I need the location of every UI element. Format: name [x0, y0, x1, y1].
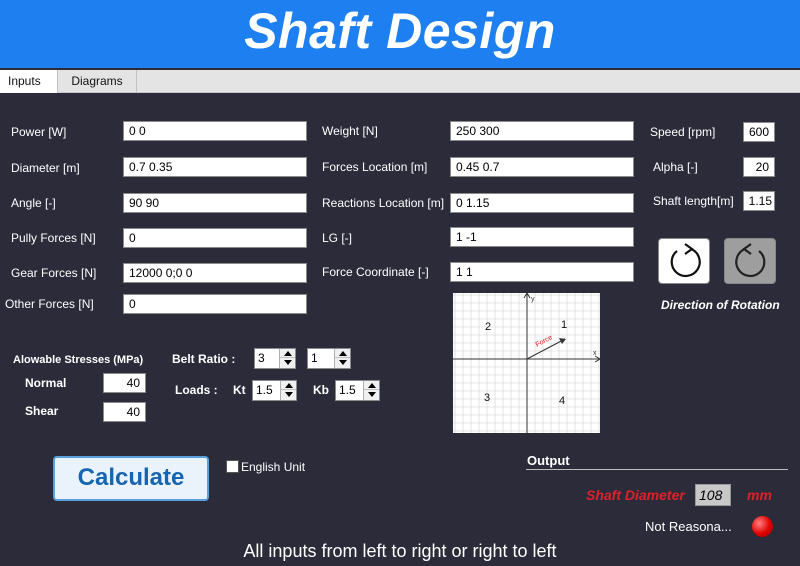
- normal-stress-input[interactable]: 40: [103, 373, 146, 393]
- diameter-input[interactable]: 0.7 0.35: [123, 157, 307, 177]
- tab-diagrams[interactable]: Diagrams: [58, 70, 137, 93]
- forces-location-label: Forces Location [m]: [322, 160, 428, 174]
- gear-forces-label: Gear Forces [N]: [11, 266, 97, 280]
- power-label: Power [W]: [11, 125, 67, 139]
- output-title: Output: [527, 453, 570, 468]
- alpha-label: Alpha [-]: [653, 160, 698, 174]
- kb-label: Kb: [313, 383, 329, 397]
- force-coordinate-label: Force Coordinate [-]: [322, 265, 429, 279]
- power-input[interactable]: 0 0: [123, 121, 307, 141]
- other-forces-input[interactable]: 0: [123, 294, 307, 314]
- spin-up-icon[interactable]: [335, 349, 350, 358]
- kb-spinner[interactable]: 1.5: [335, 380, 380, 401]
- kt-spinner[interactable]: 1.5: [252, 380, 297, 401]
- forces-location-input[interactable]: 0.45 0.7: [450, 157, 634, 177]
- reactions-location-input[interactable]: 0 1.15: [450, 193, 634, 213]
- shaft-diameter-output: 108: [695, 484, 731, 506]
- tab-inputs[interactable]: Inputs: [0, 70, 58, 93]
- alpha-input[interactable]: 20: [743, 157, 775, 177]
- app-title: Shaft Design: [244, 3, 556, 59]
- belt-ratio-1-value: 3: [258, 351, 265, 365]
- angle-label: Angle [-]: [11, 196, 56, 210]
- title-bar: Shaft Design: [0, 0, 800, 68]
- allowable-stresses-title: Alowable Stresses (MPa): [13, 354, 144, 366]
- kb-value: 1.5: [339, 383, 356, 397]
- loads-label: Loads :: [175, 383, 218, 397]
- spin-down-icon[interactable]: [335, 358, 350, 367]
- y-axis-label: y: [531, 296, 535, 303]
- belt-ratio-1-spinner[interactable]: 3: [254, 348, 296, 369]
- shaft-diameter-label: Shaft Diameter: [586, 487, 685, 503]
- shaft-length-label: Shaft length[m]: [653, 194, 734, 208]
- spin-down-icon[interactable]: [281, 390, 296, 399]
- footer-instruction: All inputs from left to right or right t…: [243, 541, 557, 561]
- lg-label: LG [-]: [322, 231, 353, 245]
- shaft-length-input[interactable]: 1.15: [743, 191, 775, 211]
- belt-ratio-label: Belt Ratio :: [172, 352, 236, 366]
- angle-input[interactable]: 90 90: [123, 193, 307, 213]
- shaft-diameter-unit: mm: [747, 487, 772, 503]
- force-coordinate-input[interactable]: 1 1: [450, 262, 634, 282]
- rotate-clockwise-icon: [670, 243, 701, 278]
- status-indicator-led: [752, 516, 773, 537]
- belt-ratio-2-value: 1: [311, 351, 318, 365]
- force-quadrant-diagram: x y Force 1 2 3 4: [453, 292, 601, 433]
- calculate-button[interactable]: Calculate: [53, 456, 209, 501]
- rotate-counterclockwise-icon: [735, 243, 766, 278]
- kt-value: 1.5: [256, 383, 273, 397]
- spin-up-icon[interactable]: [280, 349, 295, 358]
- spin-down-icon[interactable]: [364, 390, 379, 399]
- belt-ratio-2-spinner[interactable]: 1: [307, 348, 351, 369]
- output-divider: [526, 469, 788, 470]
- direction-of-rotation-label: Direction of Rotation: [661, 298, 780, 312]
- normal-stress-label: Normal: [25, 376, 67, 390]
- quadrant-2-label: 2: [485, 321, 491, 333]
- shear-stress-input[interactable]: 40: [103, 402, 146, 422]
- quadrant-1-label: 1: [561, 319, 567, 331]
- x-axis-label: x: [593, 350, 597, 357]
- lg-input[interactable]: 1 -1: [450, 227, 634, 247]
- speed-label: Speed [rpm]: [650, 125, 716, 139]
- spin-up-icon[interactable]: [364, 381, 379, 390]
- reactions-location-label: Reactions Location [m]: [322, 196, 445, 210]
- spin-up-icon[interactable]: [281, 381, 296, 390]
- spin-down-icon[interactable]: [280, 358, 295, 367]
- status-text: Not Reasona...: [645, 519, 732, 534]
- rotate-counterclockwise-button[interactable]: [724, 238, 776, 284]
- weight-input[interactable]: 250 300: [450, 121, 634, 141]
- tab-bar: Inputs Diagrams: [0, 70, 800, 93]
- other-forces-label: Other Forces [N]: [5, 297, 94, 311]
- weight-label: Weight [N]: [322, 124, 378, 138]
- english-unit-label: English Unit: [241, 460, 306, 474]
- speed-input[interactable]: 600: [743, 122, 775, 142]
- diameter-label: Diameter [m]: [11, 161, 80, 175]
- quadrant-4-label: 4: [559, 395, 565, 407]
- gear-forces-input[interactable]: 12000 0;0 0: [123, 263, 307, 283]
- pully-forces-input[interactable]: 0: [123, 228, 307, 248]
- pully-forces-label: Pully Forces [N]: [11, 231, 96, 245]
- kt-label: Kt: [233, 383, 246, 397]
- english-unit-checkbox[interactable]: [226, 460, 239, 473]
- rotate-clockwise-button[interactable]: [658, 238, 710, 284]
- quadrant-3-label: 3: [484, 392, 490, 404]
- shear-stress-label: Shear: [25, 404, 59, 418]
